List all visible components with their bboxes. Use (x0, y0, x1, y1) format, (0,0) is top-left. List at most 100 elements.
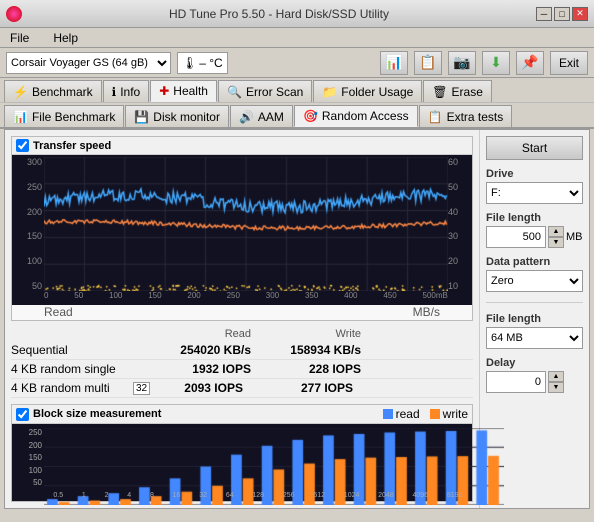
bar-y-200: 200 (12, 441, 44, 450)
delay-input-row: ▲ ▼ (486, 371, 583, 393)
bar-x-axis: 0.512481632641282565121024204840968192 (44, 492, 472, 499)
title-bar-controls: ─ □ ✕ (536, 7, 588, 21)
menu-help[interactable]: Help (49, 30, 82, 46)
thermometer-icon: 🌡 (182, 56, 197, 70)
block-size-checkbox[interactable] (16, 408, 29, 421)
delay-section: Delay ▲ ▼ (486, 357, 583, 393)
bar-chart-area: 250 200 150 100 50 0.5124816326412825651… (12, 424, 472, 501)
4kb-single-read: 1932 IOPS (141, 362, 251, 376)
benchmark-icon: ⚡ (13, 85, 28, 99)
toolbar-btn-4[interactable]: ⬇ (482, 51, 510, 75)
drive-dropdown[interactable]: F: (486, 182, 583, 204)
queue-spinner[interactable]: 32 (133, 382, 145, 395)
delay-spinner[interactable]: ▲ ▼ (548, 371, 564, 393)
tab-random-access[interactable]: 🎯 Random Access (294, 105, 418, 127)
sequential-label: Sequential (11, 343, 141, 357)
x-0: 0 (44, 291, 48, 305)
file-length-section-2: File length 64 MB (486, 313, 583, 349)
legend-read: read (383, 407, 420, 421)
legend-write-dot (430, 409, 440, 419)
x-200: 200 (187, 291, 200, 305)
close-button[interactable]: ✕ (572, 7, 588, 21)
delay-down[interactable]: ▼ (548, 382, 564, 393)
temp-display: 🌡 – °C (177, 52, 228, 74)
unit-label: MB/s (413, 305, 440, 319)
bar-chart-header: Block size measurement read write (12, 405, 472, 424)
bar-y-50: 50 (12, 478, 44, 487)
write-header: Write (251, 328, 361, 340)
tab-disk-monitor[interactable]: 💾 Disk monitor (125, 105, 229, 127)
y-right-40: 40 (448, 207, 472, 217)
x-axis: 0 50 100 150 200 250 300 350 400 450 500… (44, 291, 448, 305)
bar-y-150: 150 (12, 453, 44, 462)
y-label-150: 150 (12, 231, 44, 241)
file-length-dropdown-2[interactable]: 64 MB (486, 327, 583, 349)
file-benchmark-icon: 📊 (13, 110, 28, 124)
stats-row-4kb-single: 4 KB random single 1932 IOPS 228 IOPS (11, 360, 473, 379)
y-axis-right: 60 50 40 30 20 10 (448, 157, 472, 291)
legend-read-dot (383, 409, 393, 419)
file-length-up[interactable]: ▲ (548, 226, 564, 237)
file-length-spinner[interactable]: ▲ ▼ (548, 226, 564, 248)
toolbar-btn-2[interactable]: 📋 (414, 51, 442, 75)
4kb-single-label: 4 KB random single (11, 362, 141, 376)
erase-icon: 🗑 (432, 85, 447, 99)
toolbar-btn-3[interactable]: 📷 (448, 51, 476, 75)
legend-write: write (430, 407, 468, 421)
delay-input[interactable] (486, 371, 546, 393)
file-length-down[interactable]: ▼ (548, 237, 564, 248)
menu-bar: File Help (0, 28, 594, 48)
exit-button[interactable]: Exit (550, 51, 588, 75)
app-icon (6, 6, 22, 22)
read-header: Read (141, 328, 251, 340)
chart-area: 300 250 200 150 100 50 60 50 40 30 20 10 (12, 155, 472, 305)
4kb-multi-write: 277 IOPS (243, 381, 353, 395)
tab-error-scan[interactable]: 🔍 Error Scan (218, 80, 312, 102)
transfer-speed-checkbox[interactable] (16, 139, 29, 152)
stats-table: Read Write Sequential 254020 KB/s 158934… (11, 325, 473, 400)
tab-aam[interactable]: 🔊 AAM (230, 105, 293, 127)
minimize-button[interactable]: ─ (536, 7, 552, 21)
x-150: 150 (148, 291, 161, 305)
file-length-input[interactable] (486, 226, 546, 248)
tab-erase[interactable]: 🗑 Erase (423, 80, 492, 102)
data-pattern-dropdown[interactable]: Zero (486, 270, 583, 292)
x-350: 350 (305, 291, 318, 305)
stats-header: Read Write (11, 327, 473, 341)
drive-section: Drive F: (486, 168, 583, 204)
4kb-single-write: 228 IOPS (251, 362, 361, 376)
tab-extra-tests[interactable]: 📋 Extra tests (419, 105, 513, 127)
toolbar-btn-1[interactable]: 📊 (380, 51, 408, 75)
chart-title: Transfer speed (33, 140, 111, 152)
x-50: 50 (74, 291, 83, 305)
tab-file-benchmark[interactable]: 📊 File Benchmark (4, 105, 124, 127)
menu-file[interactable]: File (6, 30, 33, 46)
extra-tests-icon: 📋 (428, 110, 443, 124)
y-right-10: 10 (448, 281, 472, 291)
drive-select[interactable]: Corsair Voyager GS (64 gB) (6, 52, 171, 74)
tab-benchmark[interactable]: ⚡ Benchmark (4, 80, 102, 102)
sequential-read: 254020 KB/s (141, 343, 251, 357)
axis-labels: Read MB/s (12, 305, 472, 320)
stats-row-sequential: Sequential 254020 KB/s 158934 KB/s (11, 341, 473, 360)
y-label-100: 100 (12, 256, 44, 266)
toolbar-btn-5[interactable]: 📌 (516, 51, 544, 75)
health-icon: ✚ (159, 84, 169, 98)
toolbar: Corsair Voyager GS (64 gB) 🌡 – °C 📊 📋 📷 … (0, 48, 594, 78)
title-bar-title: HD Tune Pro 5.50 - Hard Disk/SSD Utility (22, 7, 536, 21)
start-button[interactable]: Start (486, 136, 583, 160)
tab-health[interactable]: ✚ Health (150, 80, 217, 102)
data-pattern-label: Data pattern (486, 256, 583, 268)
info-icon: ℹ (112, 85, 117, 99)
delay-up[interactable]: ▲ (548, 371, 564, 382)
divider (486, 302, 583, 303)
file-length-label-2: File length (486, 313, 583, 325)
maximize-button[interactable]: □ (554, 7, 570, 21)
bar-y-100: 100 (12, 466, 44, 475)
y-label-250: 250 (12, 182, 44, 192)
4kb-multi-label: 4 KB random multi (11, 381, 131, 395)
tab-info[interactable]: ℹ Info (103, 80, 150, 102)
data-pattern-section: Data pattern Zero (486, 256, 583, 292)
temp-value: – °C (199, 56, 222, 70)
tab-folder-usage[interactable]: 📁 Folder Usage (313, 80, 422, 102)
